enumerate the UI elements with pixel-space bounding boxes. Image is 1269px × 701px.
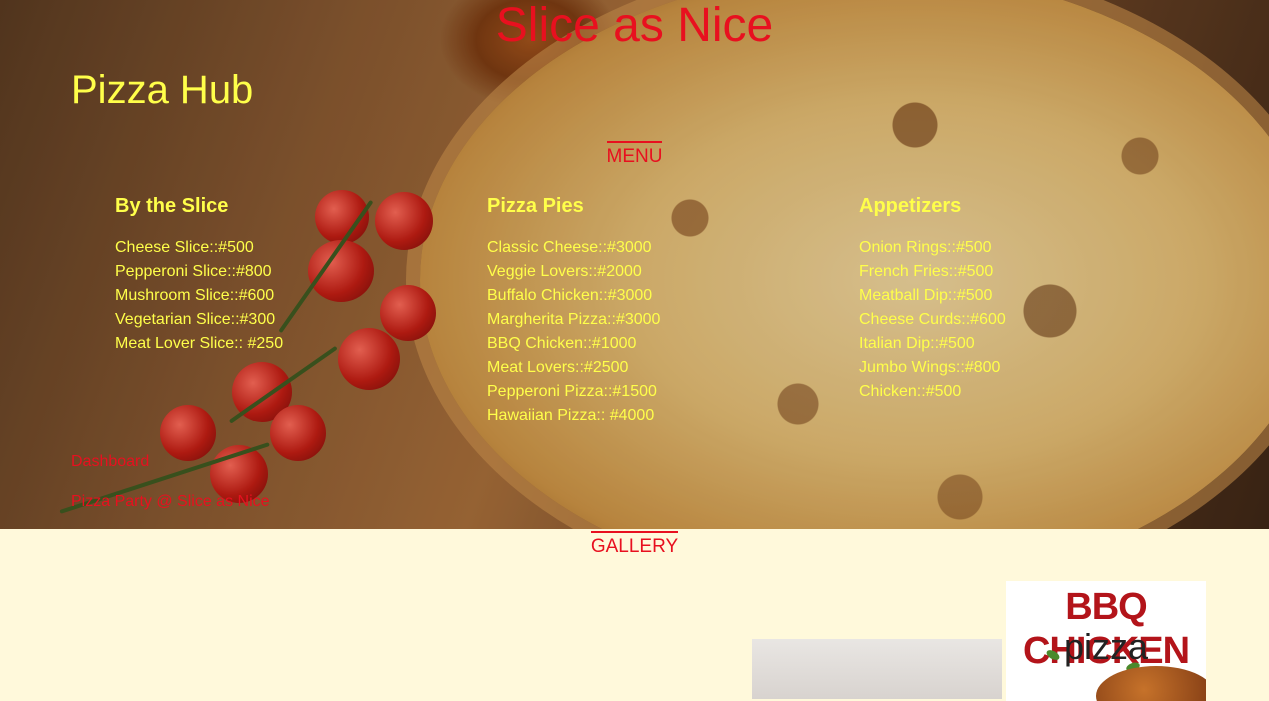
menu-item: Veggie Lovers::#2000 — [487, 263, 642, 280]
menu-item: Chicken::#500 — [859, 383, 962, 400]
menu-item: Hawaiian Pizza:: #4000 — [487, 407, 655, 424]
menu-section-title: MENU — [0, 141, 1269, 169]
menu-item: Meatball Dip::#500 — [859, 287, 993, 304]
poster-subtitle: pizza — [1063, 626, 1149, 667]
dashboard-link[interactable]: Dashboard — [71, 452, 149, 472]
menu-item: Cheese Slice::#500 — [115, 239, 254, 256]
pizza-party-link[interactable]: Pizza Party @ Slice as Nice — [71, 492, 270, 512]
menu-item: Pepperoni Slice::#800 — [115, 263, 272, 280]
menu-item: Onion Rings::#500 — [859, 239, 992, 256]
menu-item: Classic Cheese::#3000 — [487, 239, 652, 256]
hero-banner: Slice as Nice Pizza Hub MENU By the Slic… — [0, 0, 1269, 529]
menu-column-by-the-slice: By the Slice Cheese Slice::#500 Pepperon… — [115, 194, 445, 356]
menu-item: BBQ Chicken::#1000 — [487, 335, 637, 352]
menu-title-text: MENU — [606, 141, 663, 169]
gallery-title-text: GALLERY — [590, 531, 679, 559]
column-heading: Pizza Pies — [487, 195, 584, 217]
column-heading: By the Slice — [115, 195, 229, 217]
gallery-image-bbq-chicken: BBQ CHICKEN pizza — [1006, 581, 1206, 701]
menu-item: Buffalo Chicken::#3000 — [487, 287, 653, 304]
menu-item: Jumbo Wings::#800 — [859, 359, 1001, 376]
menu-item: Margherita Pizza::#3000 — [487, 311, 661, 328]
menu-item: Vegetarian Slice::#300 — [115, 311, 276, 328]
menu-item: Cheese Curds::#600 — [859, 311, 1006, 328]
brand-name: Pizza Hub — [71, 68, 254, 112]
column-heading: Appetizers — [859, 195, 962, 217]
menu-item: Italian Dip::#500 — [859, 335, 975, 352]
menu-item: Meat Lover Slice:: #250 — [115, 335, 284, 352]
menu-item: Mushroom Slice::#600 — [115, 287, 275, 304]
menu-column-appetizers: Appetizers Onion Rings::#500 French Frie… — [859, 194, 1189, 404]
menu-item: Meat Lovers::#2500 — [487, 359, 629, 376]
gallery-section-title: GALLERY — [0, 531, 1269, 559]
menu-item: French Fries::#500 — [859, 263, 994, 280]
menu-item: Pepperoni Pizza::#1500 — [487, 383, 657, 400]
gallery-image — [752, 639, 1002, 699]
site-title: Slice as Nice — [495, 0, 774, 52]
menu-column-pizza-pies: Pizza Pies Classic Cheese::#3000 Veggie … — [487, 194, 817, 428]
